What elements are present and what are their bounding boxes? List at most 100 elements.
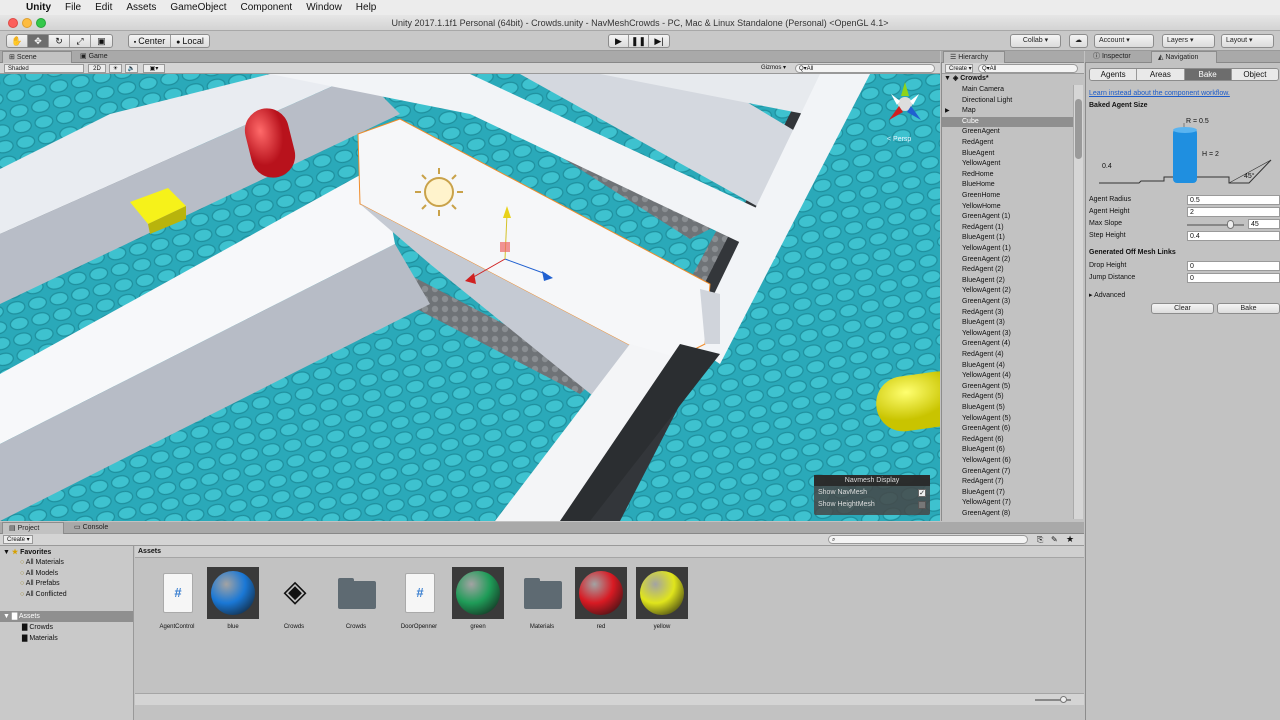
subtab-object[interactable]: Object xyxy=(1231,69,1278,80)
hierarchy-item[interactable]: RedAgent (2) xyxy=(962,265,1004,276)
hierarchy-item[interactable]: YellowAgent xyxy=(962,159,1000,170)
hierarchy-item[interactable]: RedAgent (7) xyxy=(962,477,1004,488)
account-dropdown[interactable]: Account ▾ xyxy=(1094,34,1154,48)
hierarchy-item[interactable]: GreenAgent (2) xyxy=(962,255,1010,266)
drop-height-field[interactable]: 0 xyxy=(1187,261,1280,271)
advanced-foldout[interactable]: ▸ Advanced xyxy=(1089,291,1125,299)
hierarchy-item[interactable]: YellowHome xyxy=(962,202,1001,213)
hierarchy-item[interactable]: RedHome xyxy=(962,170,994,181)
step-icon[interactable]: ▶| xyxy=(649,35,669,47)
2d-toggle[interactable]: 2D xyxy=(88,64,106,73)
hierarchy-item[interactable]: Main Camera xyxy=(962,85,1004,96)
hierarchy-item[interactable]: RedAgent xyxy=(962,138,993,149)
step-height-field[interactable]: 0.4 xyxy=(1187,231,1280,241)
agent-height-field[interactable]: 2 xyxy=(1187,207,1280,217)
favorite-item[interactable]: ○ All Materials xyxy=(20,559,64,566)
menu-unity[interactable]: Unity xyxy=(26,2,51,13)
hierarchy-item[interactable]: RedAgent (4) xyxy=(962,350,1004,361)
expand-arrow-icon[interactable]: ▶ xyxy=(945,106,950,117)
hierarchy-item[interactable]: RedAgent (6) xyxy=(962,435,1004,446)
project-create-button[interactable]: Create ▾ xyxy=(3,535,33,544)
hierarchy-item[interactable]: RedAgent (3) xyxy=(962,308,1004,319)
scene-search-input[interactable]: Q▾All xyxy=(795,64,935,73)
asset-unity[interactable]: ◈ Crowds xyxy=(268,567,320,630)
max-slope-field[interactable]: 45 xyxy=(1248,219,1280,229)
asset-material[interactable]: red xyxy=(575,567,627,630)
tab-hierarchy[interactable]: ☰ Hierarchy xyxy=(943,51,1005,63)
hierarchy-item[interactable]: RedAgent (1) xyxy=(962,223,1004,234)
collab-button[interactable]: Collab ▾ xyxy=(1010,34,1061,48)
hierarchy-create-button[interactable]: Create ▾ xyxy=(945,64,973,73)
tree-folder-crowds[interactable]: ▇ Crowds xyxy=(22,623,53,631)
rotate-tool-icon[interactable]: ↻ xyxy=(49,35,70,47)
subtab-areas[interactable]: Areas xyxy=(1137,69,1185,80)
component-workflow-link[interactable]: Learn instead about the component workfl… xyxy=(1089,90,1230,97)
assets-node[interactable]: ▼ ▇ Assets xyxy=(3,612,40,620)
favorite-item[interactable]: ○ All Conflicted xyxy=(20,591,67,598)
hierarchy-item[interactable]: GreenAgent (1) xyxy=(962,212,1010,223)
hierarchy-item[interactable]: Cube xyxy=(942,116,1073,128)
hierarchy-item[interactable]: GreenAgent (5) xyxy=(962,382,1010,393)
max-slope-slider-thumb[interactable] xyxy=(1226,220,1234,229)
center-toggle[interactable]: ▪ Center xyxy=(129,35,171,47)
hierarchy-item[interactable]: YellowAgent (2) xyxy=(962,286,1011,297)
asset-script[interactable]: # AgentControl xyxy=(151,567,203,630)
tab-game[interactable]: ▣ Game xyxy=(74,51,124,63)
clear-button[interactable]: Clear xyxy=(1151,303,1214,314)
shading-dropdown[interactable]: Shaded xyxy=(4,64,84,73)
hierarchy-item[interactable]: BlueAgent (1) xyxy=(962,233,1005,244)
subtab-bake[interactable]: Bake xyxy=(1184,69,1232,80)
hierarchy-search-input[interactable]: Q▾All xyxy=(978,64,1078,73)
asset-folder[interactable]: Crowds xyxy=(330,567,382,630)
hierarchy-item[interactable]: GreenAgent (4) xyxy=(962,339,1010,350)
asset-folder[interactable]: Materials xyxy=(516,567,568,630)
show-navmesh-checkbox[interactable]: ✓ xyxy=(918,489,926,497)
effects-dropdown-icon[interactable]: ▣▾ xyxy=(143,64,165,73)
jump-distance-field[interactable]: 0 xyxy=(1187,273,1280,283)
hierarchy-item[interactable]: YellowAgent (1) xyxy=(962,244,1011,255)
hierarchy-item[interactable]: BlueAgent (5) xyxy=(962,403,1005,414)
menu-file[interactable]: File xyxy=(65,2,81,13)
hierarchy-item[interactable]: GreenAgent (7) xyxy=(962,467,1010,478)
bake-button[interactable]: Bake xyxy=(1217,303,1280,314)
scene-viewport[interactable]: < Persp Navmesh Display Show NavMesh ✓ S… xyxy=(0,74,940,521)
hierarchy-item[interactable]: GreenAgent xyxy=(962,127,1000,138)
max-slope-slider-track[interactable] xyxy=(1187,224,1244,226)
asset-material[interactable]: yellow xyxy=(636,567,688,630)
agent-radius-field[interactable]: 0.5 xyxy=(1187,195,1280,205)
hierarchy-item[interactable]: BlueHome xyxy=(962,180,995,191)
hierarchy-scroll-thumb[interactable] xyxy=(1075,99,1082,159)
hierarchy-item[interactable]: YellowAgent (3) xyxy=(962,329,1011,340)
hierarchy-scrollbar[interactable] xyxy=(1073,85,1083,519)
favorite-item[interactable]: ○ All Models xyxy=(20,570,58,577)
hierarchy-item[interactable]: GreenAgent (3) xyxy=(962,297,1010,308)
gizmos-dropdown[interactable]: Gizmos ▾ xyxy=(758,64,792,73)
menu-gameobject[interactable]: GameObject xyxy=(170,2,226,13)
asset-material[interactable]: green xyxy=(452,567,504,630)
hierarchy-item[interactable]: GreenHome xyxy=(962,191,1000,202)
tab-inspector[interactable]: ⓘ Inspector xyxy=(1087,51,1149,63)
lighting-toggle-icon[interactable]: ☀ xyxy=(109,64,122,73)
hierarchy-item[interactable]: BlueAgent (2) xyxy=(962,276,1005,287)
tab-scene[interactable]: ⊞ Scene xyxy=(2,51,72,63)
scene-root[interactable]: ▼ ◈ Crowds* xyxy=(944,74,1074,84)
close-window-button[interactable] xyxy=(8,18,18,28)
cloud-icon[interactable]: ☁ xyxy=(1069,34,1088,48)
audio-toggle-icon[interactable]: 🔈 xyxy=(125,64,138,73)
hierarchy-item[interactable]: YellowAgent (7) xyxy=(962,498,1011,509)
hierarchy-item[interactable]: GreenAgent (6) xyxy=(962,424,1010,435)
hand-tool-icon[interactable]: ✋ xyxy=(7,35,28,47)
hierarchy-item[interactable]: YellowAgent (6) xyxy=(962,456,1011,467)
layout-dropdown[interactable]: Layout ▾ xyxy=(1221,34,1274,48)
subtab-agents[interactable]: Agents xyxy=(1090,69,1138,80)
asset-material[interactable]: blue xyxy=(207,567,259,630)
perspective-label[interactable]: < Persp xyxy=(887,136,911,143)
hierarchy-item[interactable]: YellowAgent (4) xyxy=(962,371,1011,382)
hierarchy-item[interactable]: BlueAgent (4) xyxy=(962,361,1005,372)
menu-component[interactable]: Component xyxy=(241,2,293,13)
tree-folder-materials[interactable]: ▇ Materials xyxy=(22,634,58,642)
hierarchy-item[interactable]: BlueAgent xyxy=(962,149,994,160)
favorite-item[interactable]: ○ All Prefabs xyxy=(20,580,60,587)
tab-console[interactable]: ▭ Console xyxy=(68,522,128,534)
hierarchy-item[interactable]: GreenAgent (8) xyxy=(962,509,1010,520)
